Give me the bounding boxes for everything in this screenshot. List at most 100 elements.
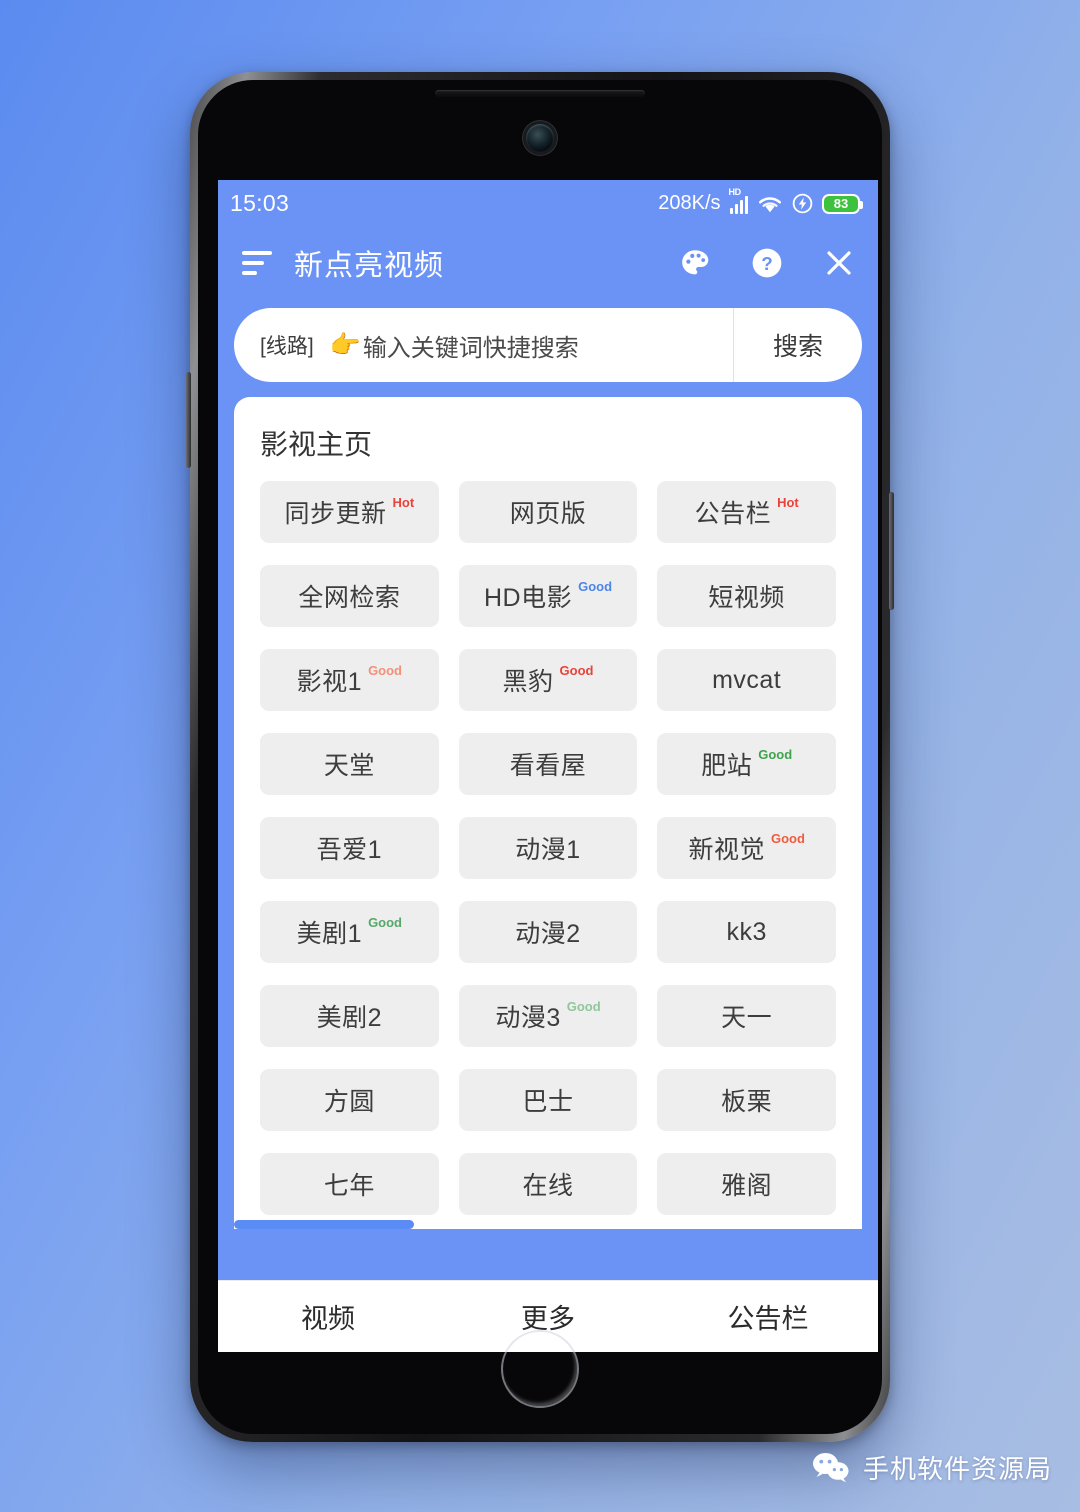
- tile-动漫3[interactable]: 动漫3 Good: [458, 985, 638, 1047]
- content-card: 影视主页 同步更新 Hot 网页版 公告栏 Hot 全网检索 HD电影 Good 短视频 影视1 G…: [234, 397, 862, 1229]
- tile-label: 七年: [323, 1172, 375, 1200]
- tile-label: 短视频: [708, 584, 785, 612]
- signal-bars-icon: HD: [729, 187, 748, 214]
- tile-badge: Hot: [392, 495, 415, 510]
- palette-icon[interactable]: [678, 246, 712, 280]
- tile-badge: Good: [559, 663, 594, 678]
- tile-label: 看看屋: [509, 752, 587, 780]
- tile-雅阁[interactable]: 雅阁: [657, 1153, 836, 1215]
- scroll-indicator-thumb[interactable]: [234, 1220, 414, 1229]
- route-label: [线路]: [260, 335, 314, 358]
- tile-在线[interactable]: 在线: [458, 1153, 638, 1215]
- tile-label: 同步更新: [284, 500, 387, 528]
- tile-label: 肥站: [701, 752, 753, 780]
- close-icon[interactable]: [822, 246, 856, 280]
- flash-charging-icon: [792, 193, 813, 214]
- nav-item-视频[interactable]: 视频: [218, 1297, 438, 1336]
- tile-badge: Good: [770, 831, 805, 846]
- power-button[interactable]: [889, 492, 894, 610]
- watermark: 手机软件资源局: [811, 1449, 1052, 1486]
- tile-badge: Good: [758, 747, 793, 762]
- tile-巴士[interactable]: 巴士: [458, 1069, 638, 1131]
- tile-label: 板栗: [721, 1088, 773, 1116]
- tile-label: 方圆: [323, 1088, 375, 1116]
- search-placeholder-text: 输入关键词快捷搜索: [362, 334, 579, 362]
- status-bar: 15:03 208K/s HD 83: [218, 180, 878, 226]
- tile-label: 网页版: [509, 500, 587, 528]
- sort-lines-icon[interactable]: [242, 251, 272, 275]
- tile-方圆[interactable]: 方圆: [260, 1069, 439, 1131]
- volume-button[interactable]: [186, 372, 191, 468]
- search-placeholder: 👉 输入关键词快捷搜索: [330, 328, 579, 363]
- status-bar-icons: 208K/s HD 83: [658, 187, 863, 214]
- page-title: 新点亮视频: [294, 250, 445, 282]
- tile-同步更新[interactable]: 同步更新 Hot: [260, 481, 439, 543]
- scroll-indicator[interactable]: [234, 1220, 862, 1229]
- nav-item-公告栏[interactable]: 公告栏: [658, 1297, 878, 1336]
- tile-label: mvcat: [712, 665, 782, 694]
- tile-天一[interactable]: 天一: [657, 985, 836, 1047]
- tile-label: 动漫2: [515, 920, 581, 948]
- help-icon[interactable]: ?: [750, 246, 784, 280]
- tile-label: kk3: [726, 917, 767, 946]
- app-header: 新点亮视频 ?: [218, 226, 878, 300]
- tile-label: 天一: [721, 1004, 773, 1032]
- tile-label: 吾爱1: [316, 836, 383, 864]
- front-camera-icon: [526, 124, 554, 152]
- tile-badge: Good: [566, 999, 601, 1014]
- svg-text:?: ?: [761, 254, 773, 275]
- search-button[interactable]: 搜索: [734, 308, 862, 382]
- tile-新视觉[interactable]: 新视觉 Good: [657, 817, 836, 879]
- tile-七年[interactable]: 七年: [260, 1153, 439, 1215]
- wifi-icon: [757, 194, 783, 214]
- tile-全网检索[interactable]: 全网检索: [260, 565, 439, 627]
- tile-kk3[interactable]: kk3: [657, 901, 836, 963]
- tile-label: 动漫1: [515, 836, 581, 864]
- tile-grid: 同步更新 Hot 网页版 公告栏 Hot 全网检索 HD电影 Good 短视频 影视1 Good 黑豹…: [234, 471, 862, 1215]
- tile-badge: Good: [368, 663, 402, 678]
- tile-网页版[interactable]: 网页版: [458, 481, 638, 543]
- tile-label: 在线: [522, 1172, 574, 1200]
- tile-动漫2[interactable]: 动漫2: [458, 901, 638, 963]
- tile-label: HD电影: [483, 584, 573, 612]
- battery-icon: 83: [822, 193, 863, 214]
- app-viewport: 15:03 208K/s HD 83 新点亮视频 ? [线路] 👉 输入关键词快…: [218, 180, 878, 1352]
- tile-label: 天堂: [323, 752, 375, 780]
- tile-美剧1[interactable]: 美剧1 Good: [260, 901, 439, 963]
- earpiece-slot: [435, 90, 645, 97]
- phone-device: 15:03 208K/s HD 83 新点亮视频 ? [线路] 👉 输入关键词快…: [186, 72, 894, 1442]
- home-button[interactable]: [501, 1330, 579, 1408]
- tile-天堂[interactable]: 天堂: [260, 733, 439, 795]
- card-title: 影视主页: [260, 429, 373, 460]
- tile-吾爱1[interactable]: 吾爱1: [260, 817, 439, 879]
- pointing-hand-icon: 👉: [329, 330, 361, 359]
- hd-tag-label: HD: [728, 186, 742, 197]
- tile-label: 全网检索: [298, 584, 401, 612]
- tile-短视频[interactable]: 短视频: [657, 565, 836, 627]
- tile-label: 影视1: [296, 668, 363, 696]
- tile-label: 美剧1: [296, 920, 363, 948]
- tile-美剧2[interactable]: 美剧2: [260, 985, 439, 1047]
- watermark-text: 手机软件资源局: [862, 1454, 1052, 1484]
- tile-看看屋[interactable]: 看看屋: [458, 733, 638, 795]
- tile-动漫1[interactable]: 动漫1: [458, 817, 638, 879]
- phone-screen-bezel: 15:03 208K/s HD 83 新点亮视频 ? [线路] 👉 输入关键词快…: [198, 80, 882, 1434]
- tile-板栗[interactable]: 板栗: [657, 1069, 836, 1131]
- wechat-icon: [811, 1451, 851, 1485]
- tile-label: 雅阁: [721, 1172, 773, 1200]
- header-actions: ?: [678, 246, 856, 280]
- tile-mvcat[interactable]: mvcat: [657, 649, 836, 711]
- tile-黑豹[interactable]: 黑豹 Good: [458, 649, 638, 711]
- search-input[interactable]: [线路] 👉 输入关键词快捷搜索: [234, 308, 734, 382]
- tile-肥站[interactable]: 肥站 Good: [657, 733, 836, 795]
- search-bar: [线路] 👉 输入关键词快捷搜索 搜索: [234, 308, 862, 382]
- tile-公告栏[interactable]: 公告栏 Hot: [657, 481, 836, 543]
- tile-badge: Good: [368, 915, 402, 930]
- tile-badge: Good: [578, 579, 613, 594]
- tile-label: 巴士: [522, 1088, 574, 1116]
- tile-label: 美剧2: [316, 1004, 383, 1032]
- tile-HD电影[interactable]: HD电影 Good: [458, 565, 638, 627]
- tile-影视1[interactable]: 影视1 Good: [260, 649, 439, 711]
- tile-label: 动漫3: [495, 1004, 561, 1032]
- tile-label: 公告栏: [694, 500, 772, 528]
